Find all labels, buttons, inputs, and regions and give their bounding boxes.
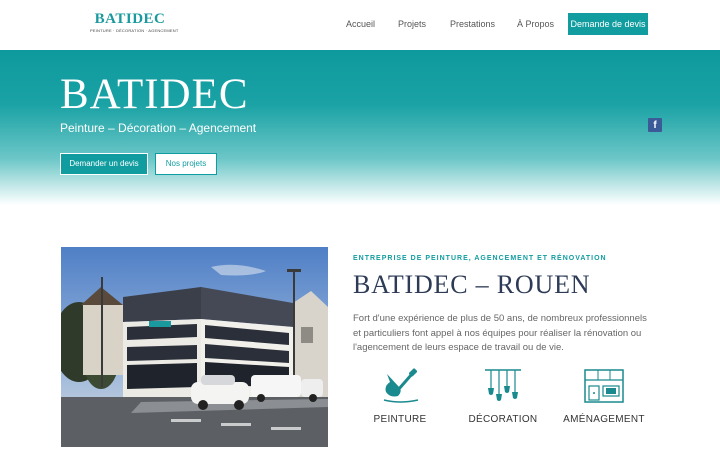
main-nav: Accueil Projets Prestations À Propos Dem… bbox=[0, 13, 720, 35]
nav-item-accueil[interactable]: Accueil bbox=[346, 19, 375, 29]
kitchen-icon bbox=[584, 369, 624, 403]
section-description: Fort d'une expérience de plus de 50 ans,… bbox=[353, 313, 647, 353]
hero-subtitle: Peinture – Décoration – Agencement bbox=[60, 121, 257, 135]
service-amenagement[interactable]: AMÉNAGEMENT bbox=[554, 368, 654, 425]
service-decoration[interactable]: DÉCORATION bbox=[453, 368, 553, 425]
building-photo-illustration bbox=[61, 247, 328, 447]
nav-item-projets[interactable]: Projets bbox=[398, 19, 426, 29]
service-label: PEINTURE bbox=[373, 414, 427, 425]
service-peinture[interactable]: PEINTURE bbox=[350, 368, 450, 425]
hero-banner: BATIDEC Peinture – Décoration – Agenceme… bbox=[0, 50, 720, 205]
facebook-icon[interactable]: f bbox=[648, 118, 662, 132]
nav-item-a-propos[interactable]: À Propos bbox=[517, 19, 554, 29]
hero-title: BATIDEC bbox=[60, 71, 249, 118]
nav-item-prestations[interactable]: Prestations bbox=[450, 19, 495, 29]
pendant-lights-icon bbox=[485, 369, 521, 401]
section-title: BATIDEC – ROUEN bbox=[353, 270, 591, 299]
request-quote-button[interactable]: Demander un devis bbox=[60, 153, 148, 175]
quote-request-button[interactable]: Demande de devis bbox=[568, 13, 648, 35]
paint-trowel-icon bbox=[383, 368, 419, 403]
service-label: DÉCORATION bbox=[468, 414, 538, 425]
building-photo bbox=[61, 247, 328, 447]
service-label: AMÉNAGEMENT bbox=[563, 414, 645, 425]
our-projects-button[interactable]: Nos projets bbox=[155, 153, 217, 175]
site-header: BATIDEC PEINTURE · DÉCORATION · AGENCEME… bbox=[0, 0, 720, 50]
section-eyebrow: ENTREPRISE DE PEINTURE, AGENCEMENT ET RÉ… bbox=[353, 255, 607, 262]
